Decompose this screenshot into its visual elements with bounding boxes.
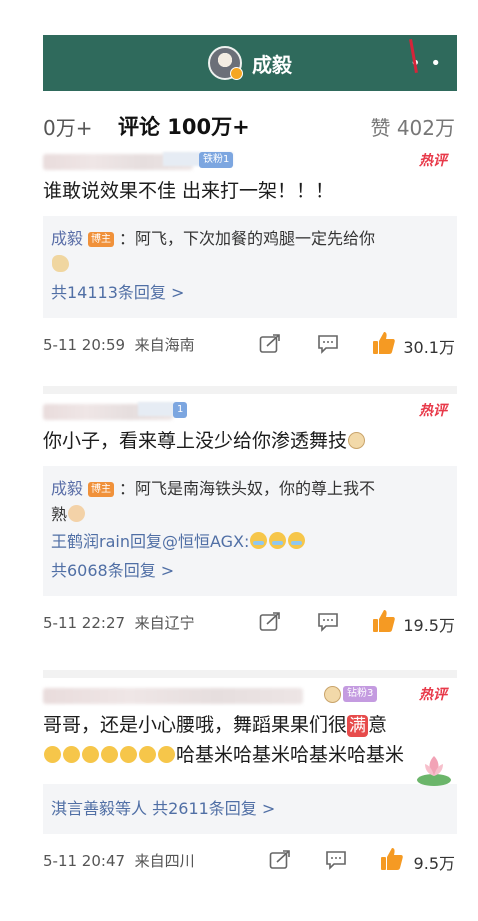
tab-reposts[interactable]: 0万+	[43, 112, 92, 141]
comment-meta: 5-11 22:27 来自辽宁 19.5万	[43, 600, 457, 644]
crying-emoji-icon	[288, 532, 306, 549]
comment-user-line: 钻粉3 热评	[43, 684, 457, 710]
comment-time: 5-11 22:27 来自辽宁	[43, 614, 195, 632]
sweat-emoji-icon	[158, 746, 175, 763]
blurred-username-tail	[138, 402, 178, 416]
hot-comment-badge: 热评	[419, 153, 447, 169]
like-count: 30.1万	[403, 338, 455, 357]
sweat-emoji-icon	[120, 746, 137, 763]
thumbs-up-icon[interactable]	[379, 846, 405, 872]
drumstick-emoji-icon	[52, 255, 69, 272]
dog-emoji-icon	[348, 432, 366, 449]
sweat-emoji-icon	[101, 746, 118, 763]
host-badge: 博主	[88, 232, 115, 247]
comment-time: 5-11 20:59 来自海南	[43, 336, 195, 354]
comment-time: 5-11 20:47 来自四川	[43, 852, 195, 870]
divider	[43, 386, 457, 394]
comment-text-line-2: 哈基米哈基米哈基米哈基米	[43, 740, 457, 770]
comment-meta: 5-11 20:59 来自海南 30.1万	[43, 322, 457, 366]
comment-icon[interactable]	[317, 334, 339, 354]
like-count: 9.5万	[413, 854, 455, 873]
sweat-emoji-icon	[44, 746, 61, 763]
reply-count-link[interactable]: 共14113条回复 >	[51, 278, 449, 308]
blurred-username	[43, 688, 303, 704]
badge-emoji-icon	[324, 686, 341, 703]
reply-author[interactable]: 成毅	[51, 479, 83, 498]
tab-comments[interactable]: 评论 100万+	[118, 111, 250, 141]
hot-comment-badge: 热评	[419, 687, 447, 703]
tab-likes[interactable]: 赞 402万	[370, 112, 455, 141]
highlight-badge: 满	[347, 715, 369, 737]
fan-badge: 1	[173, 402, 188, 418]
like-count: 19.5万	[403, 616, 455, 635]
divider	[43, 670, 457, 678]
reply-line: 成毅 博主 ：阿飞是南海铁头奴，你的尊上我不	[51, 476, 449, 502]
reply-text: ：阿飞，下次加餐的鸡腿一定先给你	[119, 229, 376, 248]
reply-count-link[interactable]: 淇言善毅等人 共2611条回复 >	[51, 794, 449, 824]
fan-badge: 铁粉1	[199, 152, 234, 168]
sweat-emoji-icon	[63, 746, 80, 763]
crying-emoji-icon	[269, 532, 287, 549]
reply-box[interactable]: 成毅 博主 ：阿飞是南海铁头奴，你的尊上我不 熟 王鹤润rain回复@恒恒AGX: …	[43, 466, 457, 596]
more-options-icon[interactable]: • •	[410, 53, 443, 74]
reply-text-cont: 熟	[51, 505, 68, 524]
sweat-emoji-icon	[82, 746, 99, 763]
comment-text: 哥哥，还是小心腰哦，舞蹈果果们很满意	[43, 714, 388, 737]
comment-icon[interactable]	[325, 850, 347, 870]
reply-line: 成毅 博主 ：阿飞，下次加餐的鸡腿一定先给你	[51, 226, 449, 252]
comment-meta: 5-11 20:47 来自四川 9.5万	[43, 838, 457, 882]
comment-user-line: 1 热评	[43, 400, 457, 426]
reply-box[interactable]: 成毅 博主 ：阿飞，下次加餐的鸡腿一定先给你 共14113条回复 >	[43, 216, 457, 318]
thumbs-up-icon[interactable]	[371, 330, 397, 356]
avatar[interactable]	[208, 46, 243, 80]
share-icon[interactable]	[259, 612, 281, 632]
sweat-emoji-icon	[139, 746, 156, 763]
comment-text: 谁敢说效果不佳 出来打一架！！！	[43, 180, 335, 202]
comment-user-line: 铁粉1 热评	[43, 150, 457, 176]
comment-text: 你小子，看来尊上没少给你渗透舞技	[43, 426, 457, 456]
comment-card: 钻粉3 热评 哥哥，还是小心腰哦，舞蹈果果们很满意 哈基米哈基米哈基米哈基米 淇…	[43, 684, 457, 882]
comment-icon[interactable]	[317, 612, 339, 632]
thumbs-up-icon[interactable]	[371, 608, 397, 634]
page-title: 成毅	[252, 52, 292, 77]
share-icon[interactable]	[269, 850, 291, 870]
fan-badge: 钻粉3	[343, 686, 378, 702]
profile-header: 成毅 • •	[43, 35, 457, 91]
hand-emoji-icon	[68, 505, 86, 522]
crying-emoji-icon	[250, 532, 268, 549]
lotus-emoji-icon	[417, 756, 451, 786]
reply-box[interactable]: 淇言善毅等人 共2611条回复 >	[43, 784, 457, 834]
comment-card: 1 热评 你小子，看来尊上没少给你渗透舞技 成毅 博主 ：阿飞是南海铁头奴，你的尊上…	[43, 400, 457, 644]
hot-comment-badge: 热评	[419, 403, 447, 419]
reply-count-link[interactable]: 共6068条回复 >	[51, 556, 449, 586]
reply-line-2	[51, 252, 449, 278]
share-icon[interactable]	[259, 334, 281, 354]
reply-author[interactable]: 成毅	[51, 229, 83, 248]
tab-bar: 0万+ 评论 100万+ 赞 402万	[43, 108, 457, 142]
reply-text: ：阿飞是南海铁头奴，你的尊上我不	[119, 479, 376, 498]
comment-card: 铁粉1 热评 谁敢说效果不佳 出来打一架！！！ 成毅 博主 ：阿飞，下次加餐的鸡腿一…	[43, 150, 457, 366]
host-badge: 博主	[88, 482, 115, 497]
sub-reply[interactable]: 王鹤润rain回复@恒恒AGX:	[51, 528, 449, 556]
reply-line-2: 熟	[51, 502, 449, 528]
